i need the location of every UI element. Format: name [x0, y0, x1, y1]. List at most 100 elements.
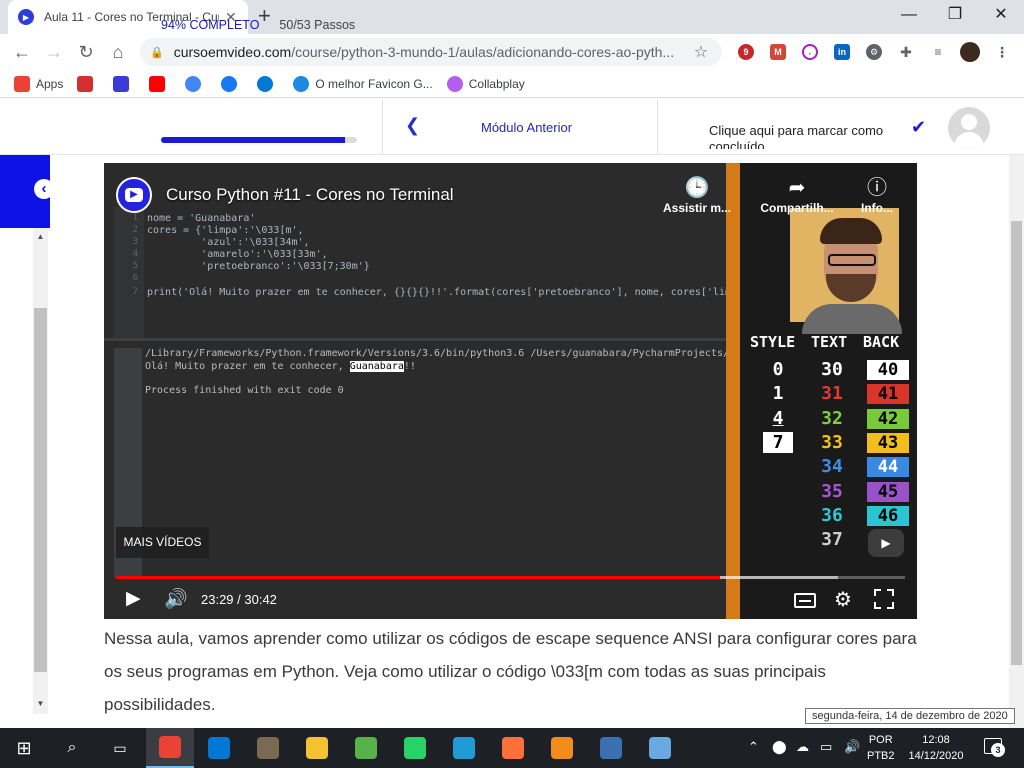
bookmark-item[interactable]: Apps — [14, 75, 63, 92]
menu-kebab-icon[interactable]: ⋮ — [994, 44, 1010, 60]
video-player[interactable]: /Library/Frameworks/Python.framework/Ver… — [104, 163, 917, 619]
play-icon[interactable]: ▶ — [126, 587, 141, 610]
bookmark-item[interactable] — [77, 75, 99, 92]
network-status-icon[interactable]: ⬤ — [772, 739, 787, 755]
bookmark-item[interactable] — [113, 75, 135, 92]
taskbar-app[interactable] — [489, 728, 537, 768]
task-view-button[interactable]: ▭ — [96, 728, 144, 768]
bookmark-item[interactable]: O melhor Favicon G... — [293, 75, 433, 92]
seek-bar[interactable] — [116, 576, 905, 579]
taskbar-app[interactable] — [391, 728, 439, 768]
line-number: 2 — [132, 225, 138, 235]
more-videos-button[interactable]: MAIS VÍDEOS — [116, 527, 209, 558]
windows-logo-icon: ⊞ — [16, 737, 32, 758]
taskbar-app[interactable] — [195, 728, 243, 768]
bookmark-item[interactable]: Collabplay — [446, 75, 525, 92]
url-text[interactable]: cursoemvideo.com/course/python-3-mundo-1… — [174, 44, 694, 60]
podcast-icon[interactable]: · — [802, 44, 818, 60]
webcam-shirt — [802, 304, 902, 334]
media-queue-icon[interactable]: ≡ — [930, 44, 946, 60]
facebook-icon — [221, 75, 238, 92]
taskbar-app[interactable] — [636, 728, 684, 768]
video-title[interactable]: Curso Python #11 - Cores no Terminal — [166, 185, 454, 205]
back-icon[interactable]: ← — [9, 40, 35, 64]
taskbar-app[interactable] — [146, 728, 194, 768]
scroll-down-icon[interactable]: ▼ — [33, 699, 48, 708]
line-number: 7 — [132, 287, 138, 297]
ansi-header: BACK — [863, 333, 900, 351]
clock-icon: 🕒 — [684, 177, 710, 199]
onedrive-icon[interactable]: ☁ — [796, 739, 809, 755]
start-button[interactable]: ⊞ — [0, 728, 48, 768]
restore-icon[interactable]: ❐ — [932, 4, 978, 26]
address-bar[interactable]: 🔒 cursoemvideo.com/course/python-3-mundo… — [140, 38, 722, 66]
collabplay-icon — [446, 75, 463, 92]
bookmark-item[interactable] — [185, 75, 207, 92]
show-hidden-icons-icon[interactable]: ⌃ — [748, 739, 759, 755]
input-language[interactable]: POR PTB2 — [867, 732, 895, 764]
channel-logo-icon[interactable]: ▶ — [116, 177, 152, 213]
fullscreen-icon[interactable] — [874, 589, 894, 609]
code-line: 'azul':'\033[34m', — [147, 237, 310, 248]
taskbar-app[interactable] — [587, 728, 635, 768]
date-tooltip: segunda-feira, 14 de dezembro de 2020 — [805, 708, 1015, 724]
page-scrollbar-thumb[interactable] — [1011, 221, 1022, 665]
linkedin-icon[interactable]: in — [834, 44, 850, 60]
watch-later-button[interactable]: 🕒 Assistir m... — [657, 175, 737, 215]
line-number: 3 — [132, 237, 138, 247]
profile-avatar-icon[interactable] — [960, 42, 980, 62]
sidebar-toggle-button[interactable]: ‹ — [0, 155, 54, 228]
settings-extension-icon[interactable]: ⚙ — [866, 44, 882, 60]
bookmark-item[interactable] — [221, 75, 243, 92]
scroll-up-icon[interactable]: ▲ — [33, 232, 48, 241]
mark-complete-label: Clique aqui para marcar como concluído — [709, 123, 884, 149]
bookmark-item[interactable] — [149, 75, 171, 92]
scrollbar-thumb[interactable] — [34, 308, 47, 672]
reload-icon[interactable]: ↻ — [73, 40, 99, 64]
taskbar-app[interactable] — [538, 728, 586, 768]
extensions-puzzle-icon[interactable]: ✚ — [898, 44, 914, 60]
ansi-back-code: 41 — [867, 384, 909, 405]
lesson-description: Nessa aula, vamos aprender como utilizar… — [104, 629, 917, 714]
search-button[interactable]: ⌕ — [48, 728, 96, 768]
extension-abp-icon[interactable]: 9 — [738, 44, 754, 60]
user-avatar[interactable] — [948, 107, 990, 149]
home-icon[interactable]: ⌂ — [105, 40, 131, 64]
share-label: Compartilh... — [760, 201, 834, 215]
volume-icon[interactable]: 🔊 — [164, 587, 188, 611]
sidebar-scrollbar[interactable]: ▲ ▼ — [33, 228, 48, 714]
next-video-play-icon[interactable]: ▶ — [868, 529, 904, 557]
taskbar-app[interactable] — [293, 728, 341, 768]
bookmark-item[interactable] — [257, 75, 279, 92]
mark-complete-button[interactable]: Clique aqui para marcar como concluído ✔ — [659, 99, 931, 155]
site-favicon-icon: ▶ — [18, 9, 34, 25]
ansi-style-code: 0 — [772, 359, 784, 380]
page-scrollbar[interactable] — [1009, 155, 1024, 728]
gmail-icon[interactable]: M — [770, 44, 786, 60]
youtube-icon — [113, 75, 130, 92]
taskbar-app[interactable] — [342, 728, 390, 768]
subtitles-icon[interactable] — [794, 593, 816, 608]
notifications-icon[interactable]: 3 — [984, 738, 1005, 757]
forward-icon[interactable]: → — [41, 40, 67, 64]
minimize-icon[interactable]: — — [886, 4, 932, 26]
bookmark-star-icon[interactable]: ☆ — [694, 42, 708, 62]
taskbar-app[interactable] — [244, 728, 292, 768]
chevron-left-icon: ❮ — [405, 115, 421, 135]
speaker-icon[interactable]: 🔊 — [844, 739, 860, 755]
share-button[interactable]: ➦ Compartilh... — [757, 175, 837, 215]
previous-module-button[interactable]: ❮ Módulo Anterior — [382, 99, 658, 155]
line-number: 4 — [132, 249, 138, 259]
panel-stripe — [726, 163, 740, 619]
apps-grid-icon — [14, 75, 30, 92]
display-icon[interactable]: ▭ — [820, 739, 832, 755]
google-icon — [185, 75, 202, 92]
line-number: 1 — [132, 213, 138, 223]
close-window-icon[interactable]: ✕ — [978, 4, 1024, 26]
taskbar-app[interactable] — [440, 728, 488, 768]
settings-gear-icon[interactable]: ⚙ — [834, 587, 852, 612]
info-button[interactable]: ⓘ Info... — [837, 175, 917, 215]
edge-icon — [453, 737, 475, 759]
system-clock[interactable]: 12:08 14/12/2020 — [902, 732, 970, 764]
lock-icon[interactable]: 🔒 — [150, 46, 164, 59]
